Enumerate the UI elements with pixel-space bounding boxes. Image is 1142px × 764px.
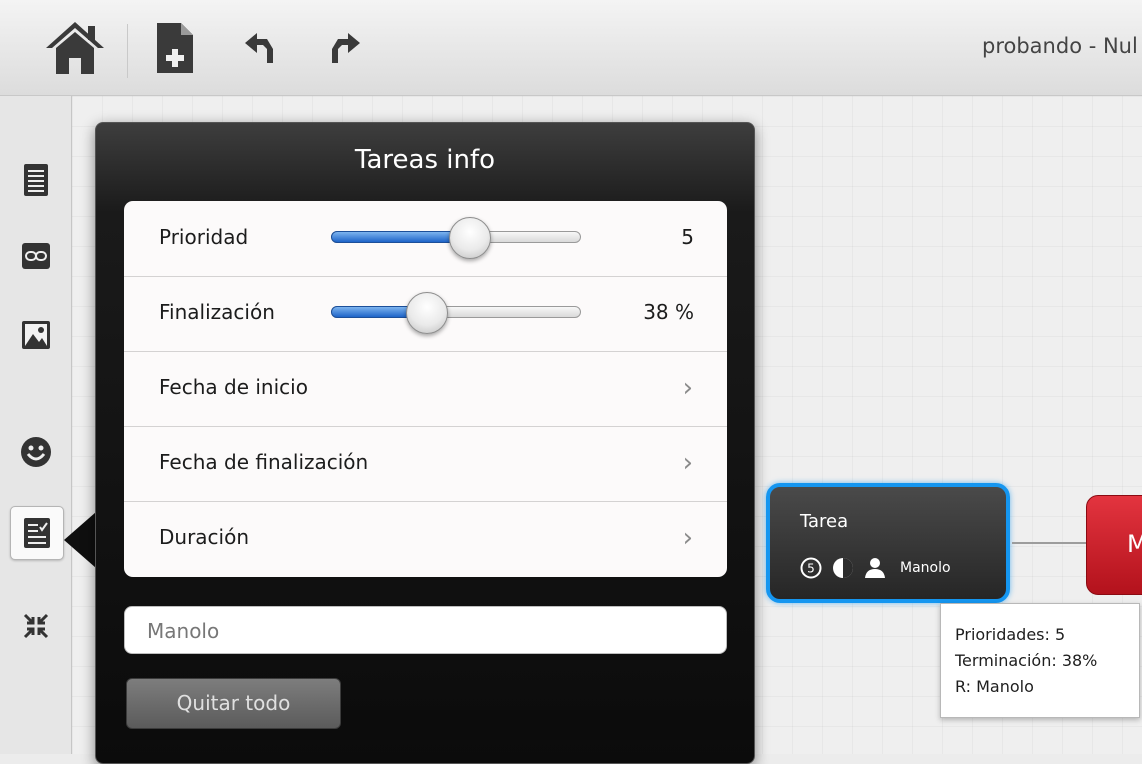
end-date-row[interactable]: Fecha de finalización › bbox=[124, 426, 727, 502]
link-icon bbox=[22, 243, 50, 269]
smiley-icon bbox=[21, 437, 51, 467]
sidebar-item-collapse[interactable] bbox=[10, 600, 62, 652]
undo-button[interactable] bbox=[240, 18, 280, 78]
completion-slider[interactable] bbox=[331, 292, 581, 334]
top-toolbar: probando - Nul bbox=[0, 0, 1142, 96]
redo-icon bbox=[332, 33, 360, 63]
home-icon bbox=[46, 22, 104, 74]
popover-pointer bbox=[64, 512, 96, 568]
task-topic-node[interactable]: Tarea 5 Manolo bbox=[766, 483, 1010, 603]
new-document-icon bbox=[157, 23, 193, 73]
popover-title: Tareas info bbox=[354, 145, 496, 175]
sidebar-item-tasks[interactable] bbox=[10, 506, 64, 560]
node-task-markers: 5 Manolo bbox=[800, 557, 951, 579]
task-info-popover: Tareas info Prioridad 5 Finalización 38 … bbox=[95, 122, 755, 764]
progress-pie-icon bbox=[833, 558, 853, 578]
redo-button[interactable] bbox=[325, 18, 365, 78]
sidebar-item-image[interactable] bbox=[10, 309, 62, 361]
node-connector bbox=[1012, 542, 1088, 544]
node-owner: Manolo bbox=[900, 560, 951, 576]
duration-label: Duración bbox=[159, 525, 250, 549]
tooltip-priority: Prioridades: 5 bbox=[955, 625, 1066, 644]
tooltip-responsible: R: Manolo bbox=[955, 677, 1034, 696]
notes-icon bbox=[24, 164, 48, 196]
completion-row: Finalización 38 % bbox=[124, 276, 727, 352]
child-topic-label: M bbox=[1127, 530, 1142, 558]
left-sidebar bbox=[0, 96, 72, 754]
chevron-right-icon: › bbox=[682, 523, 693, 553]
task-properties-list: Prioridad 5 Finalización 38 % Fecha de i… bbox=[124, 201, 727, 577]
person-icon bbox=[865, 558, 885, 578]
sidebar-item-link[interactable] bbox=[10, 230, 62, 282]
priority-slider-fill bbox=[331, 231, 469, 243]
completion-slider-thumb[interactable] bbox=[406, 292, 448, 334]
toolbar-separator bbox=[127, 24, 128, 78]
duration-row[interactable]: Duración › bbox=[124, 501, 727, 576]
svg-text:5: 5 bbox=[807, 562, 815, 576]
end-date-label: Fecha de finalización bbox=[159, 450, 369, 474]
task-tooltip: Prioridades: 5 Terminación: 38% R: Manol… bbox=[940, 603, 1140, 718]
task-icon bbox=[24, 518, 50, 548]
chevron-right-icon: › bbox=[682, 373, 693, 403]
priority-badge-icon: 5 bbox=[800, 557, 822, 579]
collapse-icon bbox=[23, 613, 49, 639]
remove-all-button[interactable]: Quitar todo bbox=[126, 678, 341, 729]
completion-value: 38 % bbox=[643, 300, 694, 324]
image-icon bbox=[22, 321, 50, 349]
new-document-button[interactable] bbox=[152, 18, 198, 78]
priority-value: 5 bbox=[681, 225, 694, 249]
chevron-right-icon: › bbox=[682, 448, 693, 478]
completion-label: Finalización bbox=[159, 300, 275, 324]
responsible-input[interactable]: Manolo bbox=[124, 606, 727, 654]
priority-row: Prioridad 5 bbox=[124, 201, 727, 277]
sidebar-item-notes[interactable] bbox=[10, 154, 62, 206]
priority-slider-thumb[interactable] bbox=[448, 217, 491, 259]
start-date-label: Fecha de inicio bbox=[159, 375, 308, 399]
start-date-row[interactable]: Fecha de inicio › bbox=[124, 351, 727, 427]
home-button[interactable] bbox=[40, 18, 110, 78]
child-topic-node[interactable]: M bbox=[1086, 495, 1142, 595]
undo-icon bbox=[245, 33, 273, 63]
document-title: probando - Nul bbox=[982, 34, 1138, 58]
priority-slider[interactable] bbox=[331, 217, 581, 259]
priority-label: Prioridad bbox=[159, 225, 249, 249]
node-title: Tarea bbox=[800, 511, 849, 532]
tooltip-completion: Terminación: 38% bbox=[955, 651, 1098, 670]
sidebar-item-emoticons[interactable] bbox=[10, 426, 62, 478]
